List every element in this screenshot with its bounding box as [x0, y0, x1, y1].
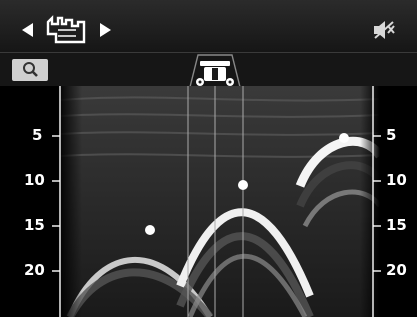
triangle-right-icon	[100, 23, 111, 37]
depth-label-right: 15	[386, 216, 407, 234]
depth-label-right: 20	[386, 261, 407, 279]
triangle-left-icon	[22, 23, 33, 37]
previous-mode-button[interactable]	[18, 18, 38, 42]
depth-label-left: 15	[24, 216, 45, 234]
radargram-canvas	[0, 86, 417, 317]
depth-label-left: 5	[32, 126, 43, 144]
scanner-cart-icon	[189, 54, 241, 87]
zoom-search-button[interactable]	[12, 59, 48, 81]
top-toolbar	[0, 0, 417, 87]
speaker-muted-icon	[374, 21, 395, 39]
castle-soil-scan-icon	[46, 15, 86, 44]
depth-label-right: 10	[386, 171, 407, 189]
mute-button[interactable]	[372, 18, 396, 42]
depth-label-left: 20	[24, 261, 45, 279]
depth-label-right: 5	[386, 126, 397, 144]
scanner-device-button[interactable]	[188, 53, 242, 87]
target-3[interactable]	[339, 133, 349, 143]
next-mode-button[interactable]	[95, 18, 115, 42]
scan-mode-button[interactable]	[44, 12, 92, 48]
target-1[interactable]	[145, 225, 155, 235]
gpr-scan-view[interactable]: 5 10 15 20 5 10 15 20	[0, 86, 417, 317]
depth-label-left: 10	[24, 171, 45, 189]
magnifier-icon	[23, 62, 38, 77]
target-2[interactable]	[238, 180, 248, 190]
